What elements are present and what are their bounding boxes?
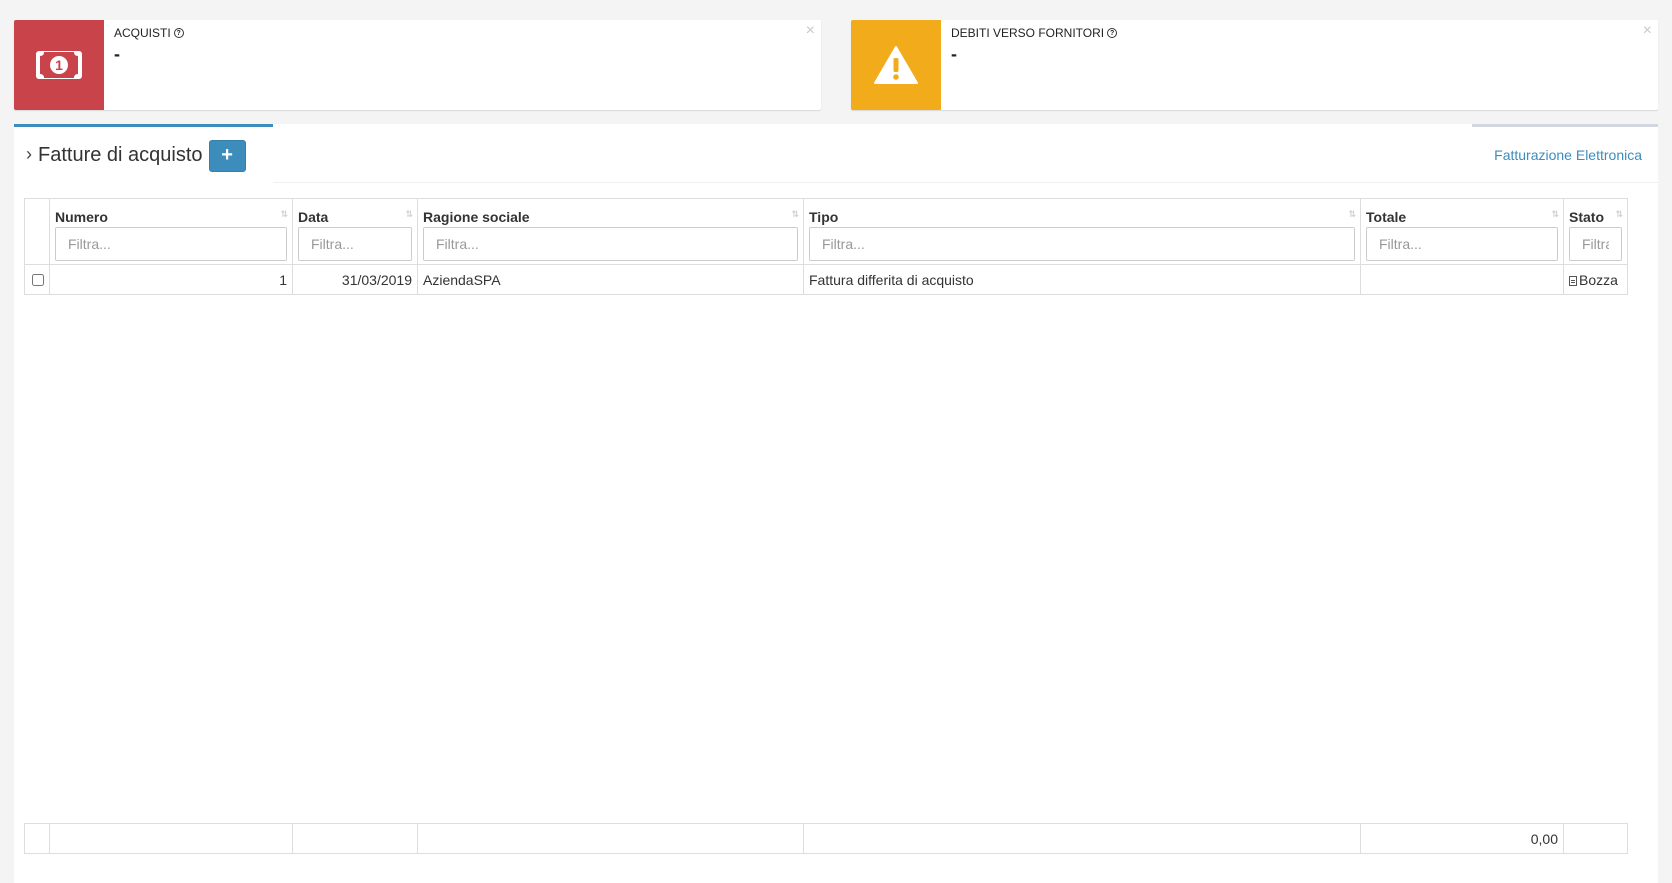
column-header-ragione-sociale[interactable]: Ragione sociale ⇅ — [417, 198, 804, 265]
column-header-stato[interactable]: Stato ⇅ — [1563, 198, 1628, 265]
cell-stato: Bozza — [1563, 264, 1628, 295]
cell-numero: 1 — [49, 264, 293, 295]
select-column-header — [24, 198, 50, 265]
fatture-table-footer: 0,00 — [24, 823, 1628, 854]
filter-numero-input[interactable] — [55, 227, 287, 261]
footer-cell — [49, 823, 293, 854]
close-icon[interactable]: × — [806, 22, 815, 40]
filter-data-input[interactable] — [298, 227, 412, 261]
sort-icon[interactable]: ⇅ — [1615, 209, 1623, 220]
column-label: Ragione sociale — [423, 209, 530, 225]
cell-data: 31/03/2019 — [292, 264, 418, 295]
footer-cell — [417, 823, 804, 854]
help-icon[interactable]: ? — [173, 28, 184, 38]
acquisti-value: - — [114, 44, 120, 64]
sort-icon[interactable]: ⇅ — [791, 209, 799, 220]
fatture-table: Numero ⇅ Data ⇅ Ragione sociale ⇅ Tipo ⇅ — [24, 198, 1628, 295]
chevron-right-icon: › — [26, 144, 32, 164]
column-header-numero[interactable]: Numero ⇅ — [49, 198, 293, 265]
table-row[interactable]: 1 31/03/2019 AziendaSPA Fattura differit… — [24, 264, 1628, 295]
close-icon[interactable]: × — [1643, 22, 1652, 40]
sort-icon[interactable]: ⇅ — [280, 209, 288, 220]
cell-totale — [1360, 264, 1564, 295]
row-checkbox[interactable] — [32, 273, 44, 286]
table-header-row: Numero ⇅ Data ⇅ Ragione sociale ⇅ Tipo ⇅ — [24, 198, 1628, 265]
sort-icon[interactable]: ⇅ — [1551, 209, 1559, 220]
sort-icon[interactable]: ⇅ — [1348, 209, 1356, 220]
column-label: Numero — [55, 209, 108, 225]
filter-ragione-sociale-input[interactable] — [423, 227, 798, 261]
column-header-data[interactable]: Data ⇅ — [292, 198, 418, 265]
acquisti-title: ACQUISTI ? — [114, 26, 791, 40]
filter-stato-input[interactable] — [1569, 227, 1622, 261]
banknote-icon: 1 — [14, 20, 104, 110]
column-header-tipo[interactable]: Tipo ⇅ — [803, 198, 1361, 265]
cell-tipo: Fattura differita di acquisto — [803, 264, 1361, 295]
footer-total: 0,00 — [1360, 823, 1564, 854]
tab-title: Fatture di acquisto — [38, 144, 203, 166]
cell-ragione-sociale: AziendaSPA — [417, 264, 804, 295]
footer-cell — [1563, 823, 1628, 854]
document-icon — [1569, 275, 1577, 286]
column-label: Data — [298, 209, 329, 225]
tabs-divider — [273, 182, 1658, 183]
help-icon[interactable]: ? — [1107, 28, 1118, 38]
svg-text:1: 1 — [55, 57, 63, 73]
row-select-cell — [24, 264, 50, 295]
debiti-value: - — [951, 44, 957, 64]
footer-cell — [24, 823, 50, 854]
footer-cell — [803, 823, 1361, 854]
filter-tipo-input[interactable] — [809, 227, 1355, 261]
table-footer-row: 0,00 — [24, 823, 1628, 854]
tab-fatturazione-elettronica[interactable]: Fatturazione Elettronica — [1472, 124, 1658, 182]
add-fattura-button[interactable]: + — [208, 139, 246, 172]
tab-fatture-di-acquisto[interactable]: › Fatture di acquisto + — [14, 124, 273, 184]
debiti-info-box: DEBITI VERSO FORNITORI ? - × — [851, 20, 1658, 110]
status-badge: Bozza — [1579, 271, 1618, 288]
debiti-title: DEBITI VERSO FORNITORI ? — [951, 26, 1628, 40]
acquisti-info-box: 1 ACQUISTI ? - × — [14, 20, 821, 110]
column-header-totale[interactable]: Totale ⇅ — [1360, 198, 1564, 265]
column-label: Stato — [1569, 209, 1604, 225]
filter-totale-input[interactable] — [1366, 227, 1558, 261]
warning-icon — [851, 20, 941, 110]
fatture-panel: › Fatture di acquisto + Fatturazione Ele… — [14, 124, 1658, 883]
column-label: Totale — [1366, 209, 1407, 225]
column-label: Tipo — [809, 209, 839, 225]
sort-icon[interactable]: ⇅ — [405, 209, 413, 220]
footer-cell — [292, 823, 418, 854]
